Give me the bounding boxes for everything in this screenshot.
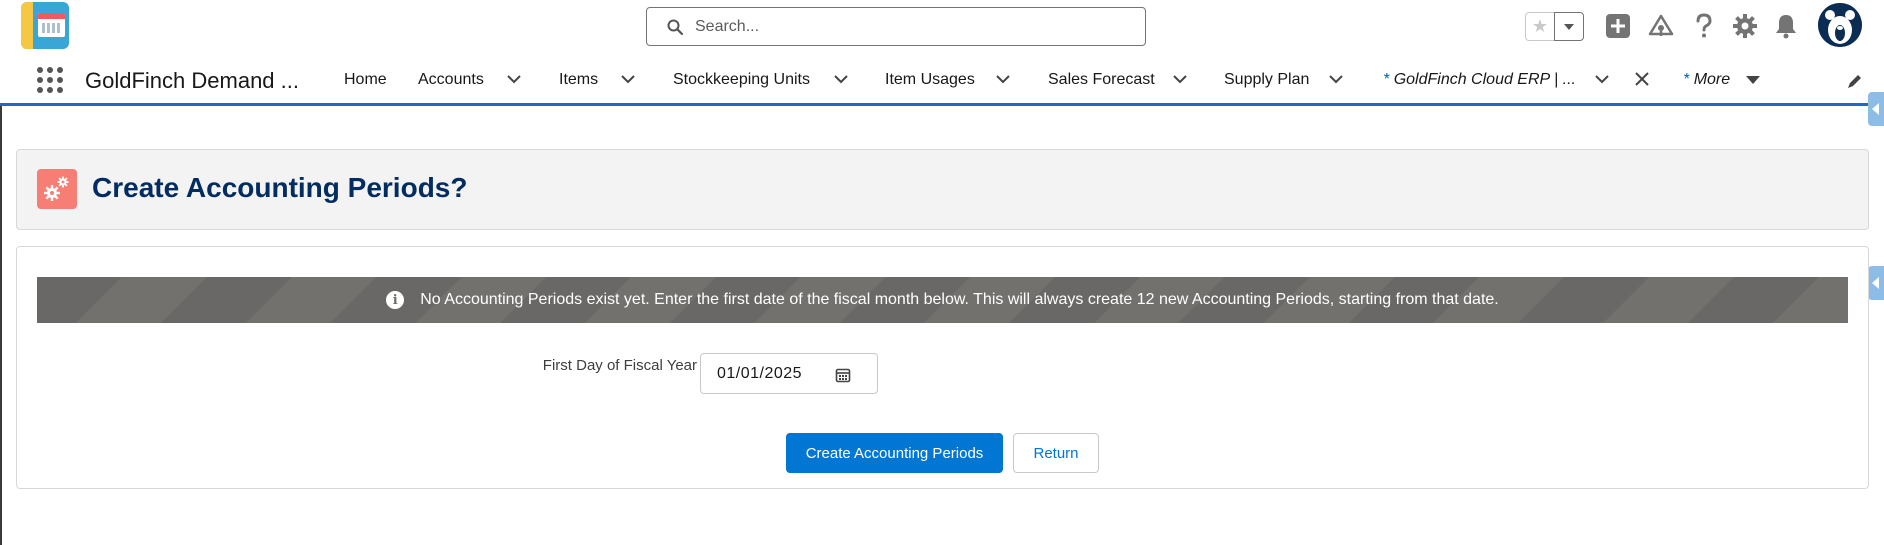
favorites-group: ★: [1525, 12, 1585, 41]
date-value: 01/01/2025: [717, 365, 803, 382]
unsaved-asterisk: *: [1383, 71, 1390, 88]
return-button[interactable]: Return: [1013, 433, 1099, 473]
nav-item-home[interactable]: Home: [344, 71, 387, 89]
utility-side-tab-bottom[interactable]: [1868, 266, 1884, 300]
close-tab-icon[interactable]: [1634, 71, 1650, 87]
app-navigation-bar: GoldFinch Demand ... Home Accounts Items…: [0, 54, 1884, 106]
info-message: No Accounting Periods exist yet. Enter t…: [420, 291, 1499, 308]
form-card: i No Accounting Periods exist yet. Enter…: [16, 246, 1869, 489]
info-icon: i: [386, 291, 405, 309]
tab-goldfinch-cloud-erp[interactable]: * GoldFinch Cloud ERP | ...: [1383, 71, 1576, 89]
tab-label: GoldFinch Cloud ERP | ...: [1393, 71, 1576, 88]
more-label: More: [1693, 71, 1731, 88]
more-dropdown-icon[interactable]: [1746, 76, 1760, 84]
app-logo[interactable]: [21, 2, 69, 49]
page-header: Create Accounting Periods?: [16, 149, 1869, 230]
search-icon: [667, 19, 683, 35]
calendar-icon: [38, 13, 65, 37]
trailhead-icon[interactable]: [1647, 12, 1675, 40]
chevron-down-icon[interactable]: [620, 73, 636, 85]
nav-item-item-usages[interactable]: Item Usages: [885, 71, 975, 89]
gears-icon: [37, 169, 77, 209]
nav-item-accounts[interactable]: Accounts: [418, 71, 484, 89]
logo-strip: [21, 2, 33, 49]
chevron-down-icon[interactable]: [1172, 73, 1188, 85]
nav-item-stockkeeping-units[interactable]: Stockkeeping Units: [673, 71, 810, 89]
app-launcher-waffle-icon[interactable]: [37, 67, 63, 93]
calendar-picker-icon[interactable]: [835, 367, 851, 383]
first-day-fiscal-year-input[interactable]: 01/01/2025: [700, 353, 878, 394]
chevron-down-icon[interactable]: [1594, 73, 1610, 85]
nav-item-items[interactable]: Items: [559, 71, 598, 89]
utility-side-tab-top[interactable]: [1868, 92, 1884, 126]
setup-gear-icon[interactable]: [1731, 12, 1759, 40]
chevron-down-icon[interactable]: [506, 73, 522, 85]
global-header: ★: [0, 0, 1884, 54]
unsaved-asterisk: *: [1683, 71, 1690, 88]
info-banner: i No Accounting Periods exist yet. Enter…: [37, 277, 1848, 323]
app-name: GoldFinch Demand ...: [85, 68, 299, 93]
notifications-bell-icon[interactable]: [1772, 12, 1800, 40]
search-input[interactable]: [695, 14, 1125, 40]
global-search[interactable]: [646, 7, 1146, 46]
chevron-down-icon[interactable]: [1328, 73, 1344, 85]
first-day-fiscal-year-label: First Day of Fiscal Year: [542, 357, 697, 374]
user-avatar[interactable]: [1818, 3, 1862, 47]
nav-item-sales-forecast[interactable]: Sales Forecast: [1048, 71, 1155, 89]
nav-item-supply-plan[interactable]: Supply Plan: [1224, 71, 1309, 89]
create-accounting-periods-button[interactable]: Create Accounting Periods: [786, 433, 1003, 473]
chevron-down-icon[interactable]: [833, 73, 849, 85]
page-title: Create Accounting Periods?: [92, 172, 468, 203]
help-icon[interactable]: [1690, 12, 1718, 40]
favorite-star-icon[interactable]: ★: [1525, 12, 1555, 41]
edit-nav-pencil-icon[interactable]: [1846, 72, 1864, 90]
chevron-down-icon[interactable]: [995, 73, 1011, 85]
favorites-dropdown-icon[interactable]: [1554, 12, 1584, 41]
nav-more[interactable]: * More: [1683, 71, 1730, 89]
global-actions-add-icon[interactable]: [1604, 12, 1632, 40]
